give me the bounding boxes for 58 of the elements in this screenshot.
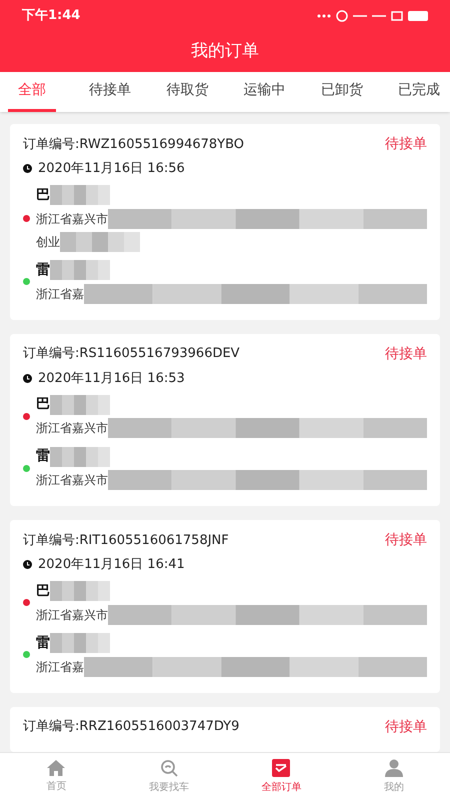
nav-tab[interactable]: 全部订单 — [225, 753, 338, 800]
clock-icon — [23, 560, 32, 570]
location-dot-icon — [23, 214, 30, 222]
order-time: 2020年11月16日 16:53 — [38, 370, 185, 388]
order-time: 2020年11月16日 16:56 — [38, 160, 185, 178]
order-status: 待接单 — [385, 531, 427, 550]
order-card[interactable]: 订单编号:RRZ1605516003747DY9 待接单 — [10, 706, 440, 752]
contact-name: 雷 — [36, 447, 50, 466]
order-tab[interactable]: 运输中 — [242, 72, 288, 112]
home-icon — [47, 760, 66, 776]
order-number: 订单编号:RRZ1605516003747DY9 — [23, 718, 240, 736]
checklist-icon — [272, 758, 290, 776]
order-card[interactable]: 订单编号:RIT1605516061758JNF 待接单 2020年11月16日 16:41 巴 浙江省嘉兴市 雷 浙江省嘉 — [10, 520, 440, 692]
location-dot-icon — [23, 412, 30, 420]
address-text: 浙江省嘉兴市 — [36, 472, 108, 489]
clock-icon — [23, 374, 32, 383]
order-card[interactable]: 订单编号:RS11605516793966DEV 待接单 2020年11月16日 16:53 巴 浙江省嘉兴市 雷 浙江省嘉兴市 — [10, 334, 440, 506]
order-number: 订单编号:RS11605516793966DEV — [23, 345, 240, 364]
clock-icon — [23, 164, 32, 174]
page-title: 我的订单 — [191, 40, 259, 64]
order-tab[interactable]: 已卸货 — [318, 72, 365, 112]
address-text: 浙江省嘉 — [36, 658, 84, 676]
address-text: 浙江省嘉兴市 — [36, 420, 108, 437]
address-text: 浙江省嘉兴市 — [36, 606, 108, 624]
order-number: 订单编号:RIT1605516061758JNF — [23, 532, 229, 550]
address-text: 创业 — [36, 234, 60, 250]
contact-name: 巴 — [36, 186, 50, 204]
order-status: 待接单 — [385, 344, 427, 364]
order-tab[interactable]: 待接单 — [87, 72, 134, 112]
redacted-area — [50, 446, 110, 466]
contact-name: 巴 — [36, 582, 50, 600]
location-dot-icon — [23, 651, 30, 658]
location-dot-icon — [23, 278, 30, 285]
order-tab[interactable]: 全部 — [8, 72, 56, 112]
order-status: 待接单 — [385, 718, 427, 736]
order-tab[interactable]: 待取货 — [164, 72, 210, 112]
redacted-area — [50, 394, 110, 414]
redacted-area — [50, 633, 110, 653]
location-dot-icon — [23, 464, 30, 472]
contact-name: 巴 — [36, 395, 50, 414]
more-dots-icon — [317, 14, 331, 18]
order-status: 待接单 — [385, 135, 427, 154]
battery-icon — [408, 11, 428, 21]
contact-name: 雷 — [36, 260, 50, 280]
redacted-area — [50, 581, 110, 601]
order-time: 2020年11月16日 16:41 — [38, 556, 185, 574]
status-time: 下午1:44 — [22, 7, 80, 26]
order-card[interactable]: 订单编号:RWZ1605516994678YBO 待接单 2020年11月16日 16:56 巴 浙江省嘉兴市 创业 雷 浙江省嘉 — [10, 124, 440, 320]
address-text: 浙江省嘉 — [36, 286, 84, 302]
person-icon — [384, 758, 403, 776]
redacted-area — [50, 260, 110, 280]
location-dot-icon — [23, 599, 30, 606]
search-icon — [160, 758, 178, 776]
order-number: 订单编号:RWZ1605516994678YBO — [23, 136, 244, 154]
order-tab[interactable]: 已完成 — [396, 72, 442, 112]
redacted-area — [50, 185, 110, 205]
address-text: 浙江省嘉兴市 — [36, 210, 108, 228]
contact-name: 雷 — [36, 634, 50, 652]
